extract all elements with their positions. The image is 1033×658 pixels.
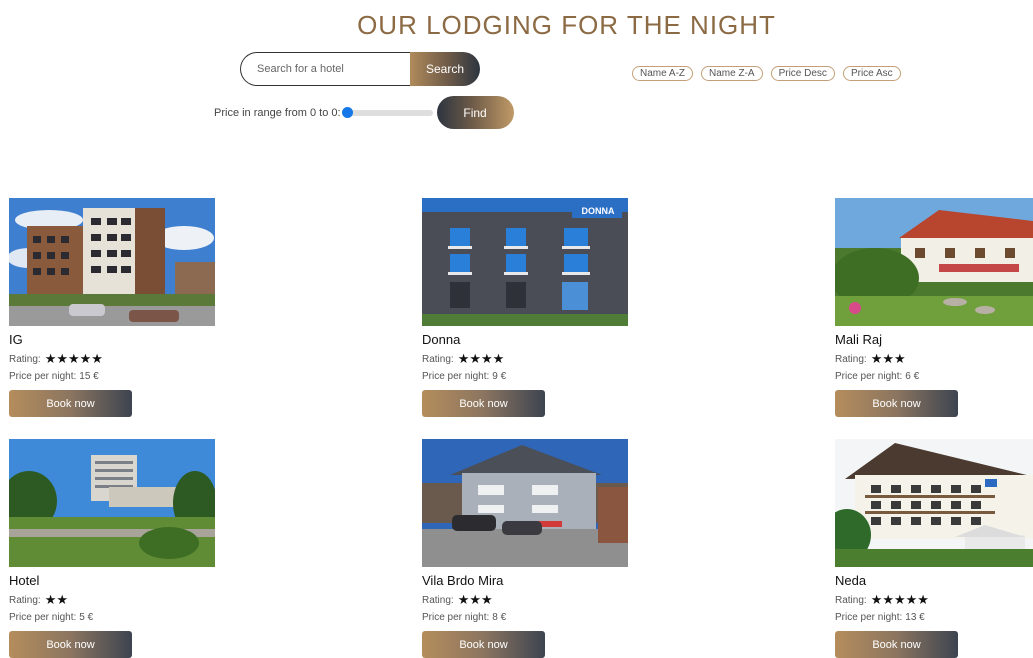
sort-name-desc-button[interactable]: Name Z-A: [701, 66, 763, 81]
hotel-photo: [422, 439, 628, 567]
hotel-photo: [9, 439, 215, 567]
book-now-button[interactable]: Book now: [9, 390, 132, 417]
price-label: Price per night:: [9, 612, 77, 623]
book-now-button[interactable]: Book now: [835, 631, 958, 658]
price-label: Price per night:: [835, 612, 903, 623]
hotel-photo: [835, 198, 1033, 326]
hotel-name: Donna: [422, 332, 461, 347]
price-value: 9 €: [492, 371, 507, 382]
hotel-price: Price per night: 5 €: [9, 612, 215, 623]
rating-label: Rating:: [422, 594, 454, 606]
hotel-price: Price per night: 13 €: [835, 612, 1033, 623]
hotel-rating: Rating: ★★★★★: [835, 592, 1033, 608]
hotel-price: Price per night: 6 €: [835, 371, 1033, 382]
hotel-price: Price per night: 15 €: [9, 371, 215, 382]
book-now-button[interactable]: Book now: [422, 390, 545, 417]
hotel-name: Neda: [835, 573, 867, 588]
search-bar: Search: [240, 52, 480, 86]
sort-options: Name A-Z Name Z-A Price Desc Price Asc: [632, 66, 901, 81]
hotel-name: IG: [9, 332, 23, 347]
book-now-button[interactable]: Book now: [835, 390, 958, 417]
hotel-sign-text: DONNA: [582, 206, 615, 216]
rating-label: Rating:: [9, 594, 41, 606]
page-title: OUR LODGING FOR THE NIGHT: [357, 10, 776, 40]
hotel-rating: Rating: ★★★: [835, 351, 1033, 367]
hotel-photo: [9, 198, 215, 326]
search-input[interactable]: [240, 52, 410, 86]
search-button[interactable]: Search: [410, 52, 480, 86]
book-now-button[interactable]: Book now: [9, 631, 132, 658]
price-slider-thumb[interactable]: [341, 106, 353, 118]
star-icons: ★★★★★: [870, 592, 929, 607]
hotel-rating: Rating: ★★★: [422, 592, 628, 608]
rating-label: Rating:: [9, 353, 41, 365]
star-icons: ★★★★: [457, 351, 505, 366]
hotel-card: IG Rating: ★★★★★ Price per night: 15 € B…: [9, 198, 215, 417]
price-value: 6 €: [905, 371, 920, 382]
rating-label: Rating:: [835, 594, 867, 606]
price-label: Price per night:: [9, 371, 77, 382]
price-value: 8 €: [492, 612, 507, 623]
star-icons: ★★★: [870, 351, 906, 366]
hotel-card: Neda Rating: ★★★★★ Price per night: 13 €…: [835, 439, 1033, 658]
price-range-label: Price in range from 0 to 0:: [214, 106, 341, 119]
hotel-card: Vila Brdo Mira Rating: ★★★ Price per nig…: [422, 439, 628, 658]
hotel-price: Price per night: 8 €: [422, 612, 628, 623]
rating-label: Rating:: [835, 353, 867, 365]
star-icons: ★★: [44, 592, 68, 607]
hotel-name: Hotel: [9, 573, 40, 588]
hotel-photo: DONNA: [422, 198, 628, 326]
price-value: 15 €: [79, 371, 99, 382]
sort-price-desc-button[interactable]: Price Desc: [770, 66, 835, 81]
hotel-card: Hotel Rating: ★★ Price per night: 5 € Bo…: [9, 439, 215, 658]
hotel-card: Mali Raj Rating: ★★★ Price per night: 6 …: [835, 198, 1033, 417]
price-filter: Price in range from 0 to 0: Find: [214, 96, 514, 129]
price-label: Price per night:: [422, 371, 490, 382]
rating-label: Rating:: [422, 353, 454, 365]
price-value: 5 €: [79, 612, 94, 623]
sort-price-asc-button[interactable]: Price Asc: [842, 66, 901, 81]
sort-name-asc-button[interactable]: Name A-Z: [632, 66, 694, 81]
hotel-rating: Rating: ★★★★: [422, 351, 628, 367]
find-button[interactable]: Find: [436, 96, 514, 129]
hotel-photo: [835, 439, 1033, 567]
price-label: Price per night:: [835, 371, 903, 382]
hotel-price: Price per night: 9 €: [422, 371, 628, 382]
star-icons: ★★★★★: [44, 351, 103, 366]
hotel-card: DONNA Donna Rating: ★★★★ Price per night…: [422, 198, 628, 417]
price-slider[interactable]: [341, 106, 433, 118]
hotel-rating: Rating: ★★: [9, 592, 215, 608]
book-now-button[interactable]: Book now: [422, 631, 545, 658]
price-value: 13 €: [905, 612, 925, 623]
hotel-name: Vila Brdo Mira: [422, 573, 504, 588]
star-icons: ★★★: [457, 592, 493, 607]
hotel-rating: Rating: ★★★★★: [9, 351, 215, 367]
hotel-name: Mali Raj: [835, 332, 882, 347]
price-label: Price per night:: [422, 612, 490, 623]
